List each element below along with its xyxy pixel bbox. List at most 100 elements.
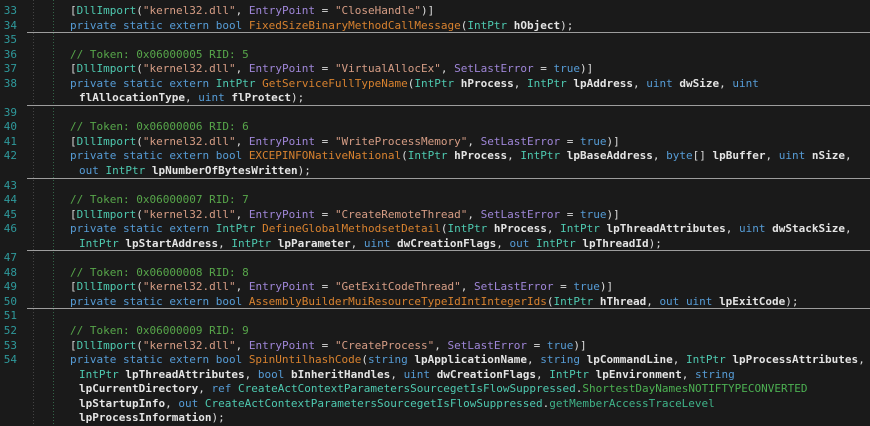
code-token: DllImport [77,339,137,352]
code-line-continuation[interactable]: flAllocationType, uint flProtect); [0,91,870,106]
code-token: = [315,339,335,352]
code-token: hProcess [454,149,507,162]
code-token: SetLastError [474,280,553,293]
code-token: EXCEPINFONativeNational [249,149,401,162]
line-number[interactable]: 54 [0,353,17,368]
code-line[interactable]: 42private static extern bool EXCEPINFONa… [0,149,870,164]
code-line[interactable]: 40// Token: 0x06000006 RID: 6 [0,120,870,135]
code-line[interactable]: 43 [0,179,870,194]
code-line[interactable]: 41[DllImport("kernel32.dll", EntryPoint … [0,135,870,150]
code-token [271,237,278,250]
code-token: , [467,135,480,148]
line-number[interactable]: 46 [0,222,17,237]
code-line[interactable]: 46private static extern IntPtr DefineGlo… [0,222,870,237]
code-text: lpStartupInfo, out CreateActContextParam… [79,397,715,410]
code-line[interactable]: 54private static extern bool SpinUntilha… [0,353,870,368]
code-token: true [573,280,600,293]
code-text: // Token: 0x06000009 RID: 9 [70,324,249,337]
line-number[interactable]: 44 [0,193,17,208]
code-token: uint [686,295,713,308]
code-token: out [178,397,198,410]
code-line[interactable]: 37[DllImport("kernel32.dll", EntryPoint … [0,62,870,77]
code-token: IntPtr [553,295,593,308]
code-token: lpThreadId [582,237,648,250]
code-line[interactable]: 39 [0,106,870,121]
line-number[interactable]: 49 [0,280,17,295]
code-token: hObject [514,19,560,32]
code-token: , [514,77,527,90]
code-line[interactable]: 50private static extern bool AssemblyBui… [0,295,870,310]
code-token: lpExitCode [719,295,785,308]
code-token: EntryPoint [249,339,315,352]
code-token: , [236,339,249,352]
code-line-continuation[interactable]: lpCurrentDirectory, ref CreateActContext… [0,382,870,397]
code-token: DllImport [77,208,137,221]
line-number[interactable]: 43 [0,179,17,194]
code-line[interactable]: 48 // Token: 0x06000008 RID: 8 [0,266,870,281]
code-token [487,222,494,235]
code-token: CreateActContextParametersSourcegetIsFlo… [238,382,576,395]
line-number[interactable]: 37 [0,62,17,77]
line-number[interactable]: 51 [0,309,17,324]
code-line[interactable]: 52 // Token: 0x06000009 RID: 9 [0,324,870,339]
code-token: SetLastError [454,62,533,75]
code-token: AssemblyBuilderMuiResourceTypeIdIntInteg… [249,295,547,308]
code-token: IntPtr [408,149,448,162]
code-text: private static extern IntPtr GetServiceF… [70,77,759,90]
code-line[interactable]: 53[DllImport("kernel32.dll", EntryPoint … [0,339,870,354]
code-line[interactable]: 47 [0,251,870,266]
code-token: hProcess [461,77,514,90]
code-token [430,368,437,381]
line-number[interactable]: 41 [0,135,17,150]
code-token [231,382,238,395]
code-line[interactable]: 44// Token: 0x06000007 RID: 7 [0,193,870,208]
line-number[interactable]: 35 [0,33,17,48]
line-number[interactable]: 45 [0,208,17,223]
line-number[interactable]: 47 [0,251,17,266]
line-number[interactable]: 53 [0,339,17,354]
code-editor[interactable]: 33[DllImport("kernel32.dll", EntryPoint … [0,0,870,426]
line-number[interactable]: 38 [0,77,17,92]
code-line-continuation[interactable]: lpProcessInformation); [0,411,870,426]
code-line-continuation[interactable]: IntPtr lpThreadAttributes, bool bInherit… [0,368,870,383]
code-token [580,353,587,366]
code-token: "kernel32.dll" [143,339,236,352]
code-line[interactable]: 45[DllImport("kernel32.dll", EntryPoint … [0,208,870,223]
code-line[interactable]: 49[DllImport("kernel32.dll", EntryPoint … [0,280,870,295]
line-number[interactable]: 33 [0,4,17,19]
code-line-continuation[interactable]: IntPtr lpStartAddress, IntPtr lpParamete… [0,237,870,252]
line-number[interactable]: 36 [0,48,17,63]
code-token: ( [136,280,143,293]
code-line-continuation[interactable]: out IntPtr lpNumberOfBytesWritten); [0,164,870,179]
line-number[interactable]: 48 [0,266,17,281]
code-token: ); [785,295,798,308]
code-token [560,149,567,162]
code-token: // Token: 0x06000008 RID: 8 [70,266,249,279]
code-line[interactable]: 36// Token: 0x06000005 RID: 5 [0,48,870,63]
line-number[interactable]: 39 [0,106,17,121]
code-token [805,149,812,162]
code-token: , [536,368,549,381]
code-token: "GetExitCodeThread" [335,280,461,293]
code-token: lpParameter [278,237,351,250]
code-text: flAllocationType, uint flProtect); [79,91,304,104]
line-number[interactable]: 50 [0,295,17,310]
code-line-continuation[interactable]: lpStartupInfo, out CreateActContextParam… [0,397,870,412]
code-token: )] [607,135,620,148]
code-token: , [673,353,686,366]
line-number[interactable]: 52 [0,324,17,339]
code-token: true [554,62,581,75]
line-number[interactable]: 34 [0,19,17,34]
code-token: "kernel32.dll" [143,280,236,293]
code-text: private static extern bool FixedSizeBina… [70,19,573,32]
code-token: FixedSizeBinaryMethodCallMessage [249,19,461,32]
code-token: )] [600,280,613,293]
code-line[interactable]: 33[DllImport("kernel32.dll", EntryPoint … [0,4,870,19]
code-line[interactable]: 51 [0,309,870,324]
code-line[interactable]: 35 [0,33,870,48]
line-number[interactable]: 40 [0,120,17,135]
code-token: DllImport [77,280,137,293]
code-line[interactable]: 38 private static extern IntPtr GetServic… [0,77,870,92]
line-number[interactable]: 42 [0,149,17,164]
code-line[interactable]: 34 private static extern bool FixedSizeBi… [0,19,870,34]
